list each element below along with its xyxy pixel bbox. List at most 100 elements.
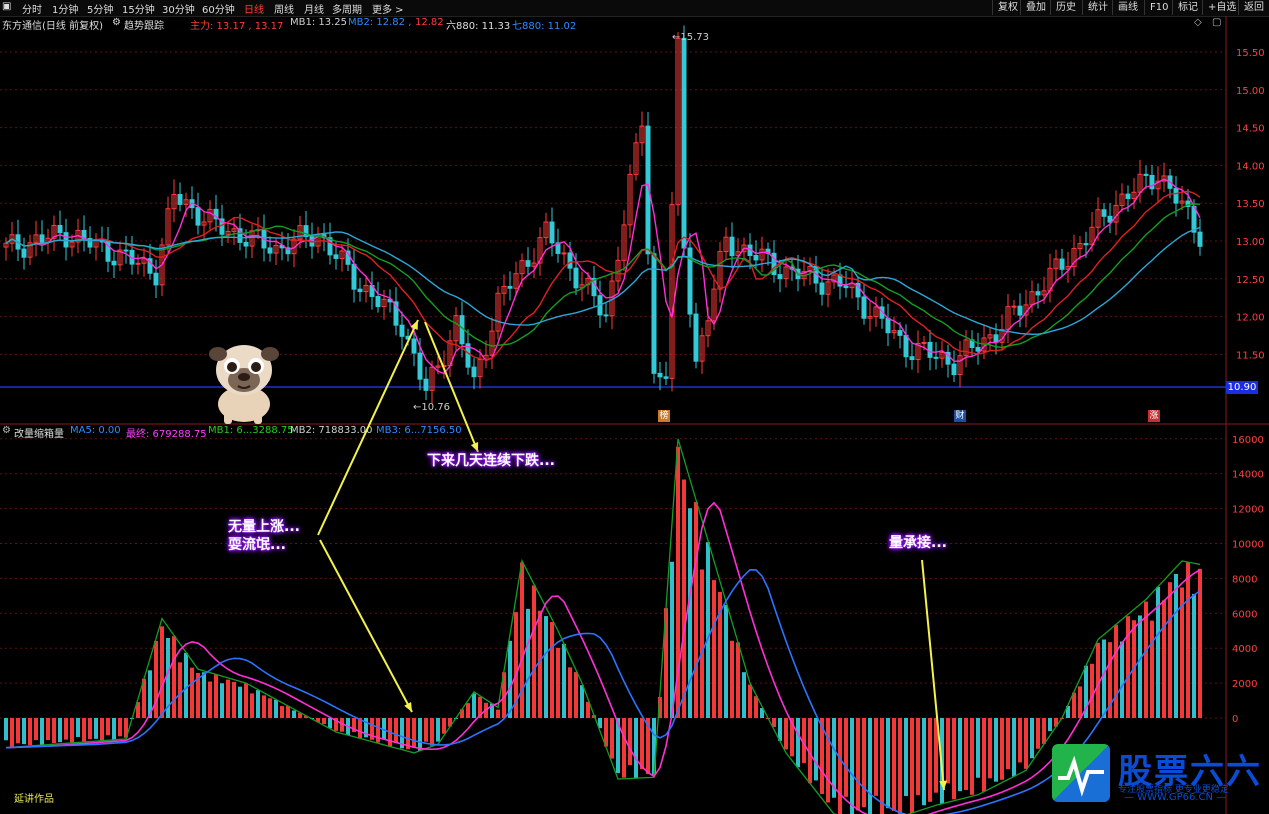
volume-bar [628, 718, 632, 766]
volume-bar [496, 709, 500, 718]
volume-bar [1030, 718, 1034, 759]
volume-tick-label: 2000 [1232, 679, 1257, 690]
site-logo-icon [1052, 744, 1110, 802]
volume-bar [952, 718, 956, 800]
volume-tick-label: 10000 [1232, 540, 1264, 551]
volume-tick-label: 16000 [1232, 435, 1264, 446]
candle-body [1101, 209, 1107, 217]
price-tick-label: 11.50 [1236, 350, 1265, 361]
volume-bar [850, 718, 854, 814]
volume-bar [868, 718, 872, 814]
candle-body [681, 37, 687, 249]
candle-body [111, 260, 117, 266]
volume-bar [874, 718, 878, 796]
volume-tick-label: 8000 [1232, 574, 1257, 585]
candle-body [417, 352, 423, 380]
volume-bar [40, 718, 44, 746]
candle-body [39, 234, 45, 243]
price-tick-label: 12.00 [1236, 313, 1265, 324]
volume-bar [262, 695, 266, 718]
candle-body [975, 346, 981, 352]
volume-bar [748, 684, 752, 718]
volume-bar [184, 652, 188, 718]
volume-bar [10, 718, 14, 747]
volume-bar [202, 672, 206, 718]
volume-bar [562, 643, 566, 718]
candle-body [123, 249, 129, 252]
volume-bar [994, 718, 998, 782]
candle-body [903, 334, 909, 358]
candle-body [567, 252, 573, 269]
volume-bar [424, 718, 428, 742]
volume-bar [568, 667, 572, 718]
volume-bar [232, 681, 236, 718]
event-marker-finance[interactable]: 财 [954, 410, 966, 422]
volume-bar [178, 662, 182, 718]
author-footer: 延讲作品 [14, 794, 54, 805]
candle-body [921, 341, 927, 344]
arrow-to-price-rise [317, 319, 419, 536]
volume-bar [922, 718, 926, 806]
volume-bar [640, 718, 644, 770]
low-price-label: ←10.76 [413, 402, 451, 413]
volume-bar [16, 718, 20, 744]
ma-green-line [5, 203, 1201, 349]
pug-sticker-icon [209, 345, 279, 424]
candlesticks [3, 25, 1203, 404]
volume-bar [274, 699, 278, 718]
volume-bar [46, 718, 50, 741]
volume-bar [88, 718, 92, 740]
volume-bar [1186, 562, 1190, 718]
volume-bar [610, 718, 614, 759]
candle-body [411, 338, 417, 354]
candle-body [1011, 305, 1017, 308]
candle-body [21, 248, 27, 258]
candle-body [63, 232, 69, 248]
volume-bar [292, 710, 296, 718]
volume-bar [58, 718, 62, 743]
volume-bar [1168, 582, 1172, 718]
candle-body [177, 194, 183, 205]
callout-volume-support: 量承接... [889, 535, 947, 551]
volume-bar [670, 561, 674, 718]
volume-bar [556, 647, 560, 718]
volume-bar [904, 718, 908, 797]
volume-bar [4, 718, 8, 741]
candle-body [603, 314, 609, 317]
site-watermark: 股票六六 专注股票指标 更专业更稳定 — WWW.GP66.CN — [1052, 744, 1260, 804]
volume-bar [814, 718, 818, 781]
candle-body [549, 221, 555, 244]
callout-rise-without-volume: 无量上涨... 耍流氓... [228, 519, 300, 553]
event-marker-rise[interactable]: 涨 [1148, 410, 1160, 422]
volume-bar [394, 718, 398, 743]
volume-bar [838, 718, 842, 814]
price-tick-label: 14.00 [1236, 161, 1265, 172]
volume-bar [436, 718, 440, 742]
volume-bar [34, 718, 38, 741]
candle-body [1125, 193, 1131, 199]
candle-body [819, 282, 825, 295]
event-marker-list[interactable]: 榜 [658, 410, 670, 422]
candle-body [423, 378, 429, 391]
volume-bar [976, 718, 980, 778]
volume-bar [286, 705, 290, 718]
candle-body [135, 262, 141, 265]
candle-body [897, 330, 903, 336]
candle-body [471, 366, 477, 378]
volume-bar [892, 718, 896, 812]
volume-tick-label: 4000 [1232, 644, 1257, 655]
candle-body [753, 255, 759, 261]
volume-bar [784, 718, 788, 750]
volume-tick-label: 0 [1232, 714, 1238, 725]
volume-bar [532, 585, 536, 718]
volume-bar [1090, 663, 1094, 718]
site-url: — WWW.GP66.CN — [1124, 792, 1227, 803]
volume-bar [466, 703, 470, 718]
volume-bar [682, 479, 686, 718]
candle-body [777, 274, 783, 280]
volume-bar [1048, 718, 1052, 732]
volume-bar [106, 718, 110, 736]
volume-bar [958, 718, 962, 792]
volume-bar [544, 616, 548, 718]
volume-bar [946, 718, 950, 784]
